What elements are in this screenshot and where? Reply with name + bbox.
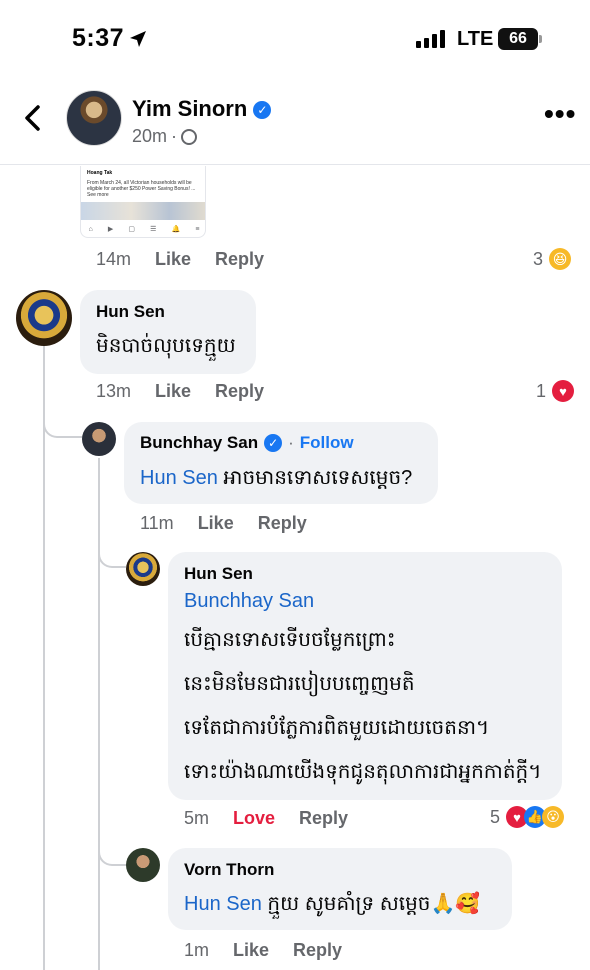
- network-type: LTE: [457, 28, 494, 50]
- header-divider: [0, 164, 590, 165]
- comment-time: 11m: [140, 513, 174, 533]
- reaction-count: 1: [536, 380, 547, 401]
- comment-text-line: នេះមិនមែនជារបៀបបញ្ចេញមតិ: [184, 673, 415, 695]
- comment-text-line: ទោះយ៉ាងណាយើងទុកជូនតុលាការជាអ្នកកាត់ក្តី។: [184, 761, 542, 783]
- comment-text: មិនបាច់លុបទេក្មួយ: [96, 335, 236, 357]
- like-button[interactable]: Like: [233, 940, 269, 961]
- battery-tip: [539, 35, 542, 43]
- comment-actions: 1m Like Reply: [184, 940, 342, 961]
- attached-image[interactable]: Hoang Tak From March 24, all Victorian h…: [80, 166, 206, 238]
- reaction-count: 5: [490, 806, 501, 827]
- like-button[interactable]: Like: [198, 513, 234, 534]
- mention-link[interactable]: Bunchhay San: [184, 590, 314, 613]
- battery-icon: 66: [498, 28, 538, 50]
- location-arrow-icon: [130, 31, 146, 47]
- post-time: 20m: [132, 126, 168, 146]
- like-button[interactable]: Like: [155, 381, 191, 402]
- comment-bubble: Bunchhay San ✓ · Follow Hun Sen អាចមានទោ…: [124, 422, 438, 504]
- reaction-summary[interactable]: 5 ♥ 👍 😮: [490, 806, 565, 828]
- mention-link[interactable]: Hun Sen: [140, 467, 218, 489]
- reaction-summary[interactable]: 1 ♥: [536, 380, 575, 402]
- avatar[interactable]: [16, 290, 72, 346]
- thread-connector: [98, 820, 126, 866]
- comment-text: ក្មួយ សូមគាំទ្រ សម្តេច🙏🥰: [267, 893, 481, 915]
- comment-time: 5m: [184, 808, 210, 828]
- love-reaction-icon: ♥: [552, 380, 575, 402]
- comment-text-line: ទេតែជាការបំភ្លែការពិតមួយដោយចេតនា។: [184, 717, 490, 739]
- avatar[interactable]: [82, 422, 116, 456]
- comment-actions: 5m Love Reply: [184, 808, 348, 829]
- embed-text: From March 24, all Victorian households …: [87, 180, 196, 198]
- comment-actions: 11m Like Reply: [140, 513, 307, 534]
- comment-text-line: Hun Sen ក្មួយ សូមគាំទ្រ សម្តេច🙏🥰: [184, 890, 480, 920]
- comment-time: 13m: [96, 381, 132, 401]
- follow-button[interactable]: Follow: [300, 433, 354, 453]
- reaction-count: 3: [533, 248, 544, 269]
- embed-nav: ⌂ ▶ ▢ ☰ 🔔 ≡: [88, 225, 200, 234]
- embed-photo: [81, 202, 205, 220]
- thread-connector: [43, 346, 83, 438]
- comment-time: 1m: [184, 940, 210, 960]
- commenter-name[interactable]: Hun Sen: [96, 302, 165, 322]
- verified-badge-icon: ✓: [264, 434, 283, 452]
- thread-line: [43, 346, 45, 970]
- embed-author: Hoang Tak: [87, 170, 113, 176]
- haha-reaction-icon: 😆: [549, 248, 572, 270]
- reply-button[interactable]: Reply: [215, 381, 264, 402]
- meta-dot: ·: [171, 126, 178, 146]
- comment-bubble: Hun Sen មិនបាច់លុបទេក្មួយ: [80, 290, 256, 374]
- follow-dot: ·: [288, 433, 294, 452]
- post-meta: 20m ·: [132, 126, 198, 147]
- commenter-name[interactable]: Vorn Thorn: [184, 860, 274, 880]
- comment-text-line: បើគ្មានទោសទើបចម្លែកព្រោះ: [184, 629, 396, 651]
- avatar[interactable]: [126, 552, 160, 586]
- reaction-summary[interactable]: 3 😆: [533, 248, 572, 270]
- status-time: 5:37: [72, 24, 125, 52]
- reply-button[interactable]: Reply: [293, 940, 342, 961]
- comment-actions: 14m Like Reply: [96, 249, 264, 270]
- comment-bubble: Vorn Thorn Hun Sen ក្មួយ សូមគាំទ្រ សម្តេ…: [168, 848, 512, 930]
- mention-link[interactable]: Hun Sen: [184, 893, 262, 915]
- chevron-left-icon[interactable]: [22, 104, 42, 132]
- commenter-header: Bunchhay San ✓ · Follow: [140, 433, 354, 453]
- page-title[interactable]: Yim Sinorn ✓: [132, 96, 272, 122]
- reply-button[interactable]: Reply: [215, 249, 264, 270]
- commenter-name[interactable]: Bunchhay San: [140, 433, 258, 453]
- love-button[interactable]: Love: [233, 808, 275, 829]
- reply-button[interactable]: Reply: [299, 808, 348, 829]
- wow-reaction-icon: 😮: [542, 806, 565, 828]
- more-options-button[interactable]: •••: [544, 98, 576, 130]
- author-name: Yim Sinorn: [132, 96, 248, 121]
- comment-bubble: Hun Sen Bunchhay San បើគ្មានទោសទើបចម្លែក…: [168, 552, 562, 800]
- comment-text: អាចមានទោសទេសម្តេច?: [223, 467, 413, 489]
- globe-icon: [181, 128, 198, 145]
- verified-badge-icon: ✓: [253, 101, 272, 120]
- thread-connector: [98, 458, 126, 568]
- reply-button[interactable]: Reply: [258, 513, 307, 534]
- commenter-name[interactable]: Hun Sen: [184, 564, 253, 584]
- avatar[interactable]: [126, 848, 160, 882]
- like-button[interactable]: Like: [155, 249, 191, 270]
- signal-icon: [416, 30, 445, 48]
- avatar[interactable]: [66, 90, 122, 146]
- comment-actions: 13m Like Reply: [96, 381, 264, 402]
- comment-text-line: Hun Sen អាចមានទោសទេសម្តេច?: [140, 464, 412, 494]
- comment-time: 14m: [96, 249, 132, 269]
